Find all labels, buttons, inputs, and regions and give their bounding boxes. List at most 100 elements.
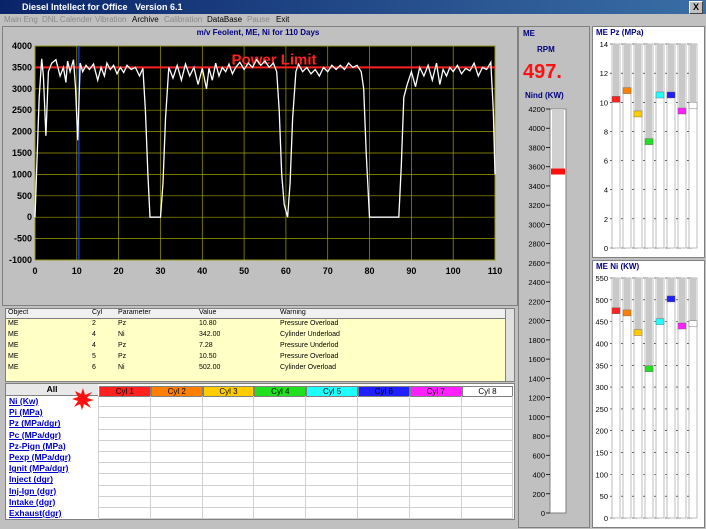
cylinder-bar-shade [657, 44, 663, 95]
cylinder-marker [611, 307, 621, 314]
cylinder-bar-shade [624, 278, 630, 313]
menu-pause[interactable]: Pause [247, 14, 270, 26]
grid-col-line [253, 396, 255, 518]
bar-scale-label: 100 [595, 470, 608, 479]
grid-row-line [99, 518, 514, 520]
menu-main-eng[interactable]: Main Eng [4, 14, 38, 26]
grid-col-line [98, 396, 99, 518]
table-cell: Pressure Overload [280, 320, 339, 327]
x-tick-label: 100 [446, 266, 461, 276]
gauge-scale-label: 1000 [528, 413, 545, 422]
parameter-link[interactable]: Pexp (MPa/dgr) [9, 452, 71, 462]
rpm-value: 497. [523, 61, 562, 83]
cylinder-bar-shade [646, 278, 652, 369]
cylinder-marker [688, 101, 698, 109]
table-row[interactable]: ME 5 Pz 10.50 Pressure Overload [6, 353, 506, 362]
table-row[interactable]: ME 2 Pz 10.80 Pressure Overload [6, 320, 506, 329]
table-scrollbar[interactable] [505, 309, 514, 381]
gauge-scale-label: 2600 [528, 259, 545, 268]
cylinder-marker [666, 295, 676, 303]
bar-scale-label: 8 [604, 127, 608, 136]
table-header-cell[interactable]: Warning [280, 309, 306, 316]
grid-col-line [512, 396, 514, 518]
x-tick-label: 0 [32, 266, 37, 276]
menu-exit[interactable]: Exit [276, 14, 289, 26]
table-header-cell[interactable]: Value [199, 309, 216, 316]
x-tick-label: 50 [239, 266, 249, 276]
cylinder-header[interactable]: Cyl 4 [254, 386, 307, 397]
parameter-link[interactable]: Ignit (MPa/dgr) [9, 463, 69, 473]
cylinder-header[interactable]: Cyl 3 [202, 386, 255, 397]
grid-col-line [357, 396, 358, 518]
parameter-link[interactable]: Inj-Ign (dgr) [9, 486, 56, 496]
x-tick-label: 90 [406, 266, 416, 276]
y-tick-label: 500 [17, 191, 32, 201]
parameter-link[interactable]: Pc (MPa/dgr) [9, 430, 61, 440]
gauge-scale-label: 2000 [528, 317, 545, 326]
table-cell: Ni [118, 364, 125, 371]
parameter-link[interactable]: Exhaust(dgr) [9, 508, 61, 518]
cylinder-header[interactable]: Cyl 2 [150, 386, 203, 397]
gauge-scale-label: 1800 [528, 336, 545, 345]
grid-row-line [99, 462, 514, 464]
cylinder-marker [644, 365, 654, 372]
cylinder-marker [688, 320, 698, 328]
cylinder-header[interactable]: Cyl 1 [99, 386, 151, 397]
grid-col-line [201, 396, 203, 518]
pz-title: ME Pz (MPa) [596, 28, 644, 37]
y-tick-label: 3500 [12, 62, 32, 72]
parameter-link[interactable]: Pz (MPa/dgr) [9, 418, 60, 428]
parameter-link[interactable]: Inject (dgr) [9, 474, 53, 484]
gauge-scale-label: 600 [532, 451, 545, 460]
table-header-cell[interactable]: Parameter [118, 309, 151, 316]
warning-table[interactable]: Object Cyl Parameter Value Warning ME 2 Pz 10.8… [5, 308, 515, 382]
parameter-link[interactable]: Intake (dgr) [9, 497, 55, 507]
bar-scale-label: 550 [595, 274, 608, 283]
cylinder-header[interactable]: Cyl 6 [358, 386, 410, 397]
bar-scale-label: 250 [595, 405, 608, 414]
menu-dnl-calender[interactable]: DNL Calender [42, 14, 92, 26]
grid-row-line [99, 406, 514, 408]
cylinder-header[interactable]: Cyl 8 [461, 386, 514, 397]
gauge-scale-label: 4000 [528, 124, 545, 133]
gauge-scale-label: 1400 [528, 374, 545, 383]
x-tick-label: 40 [197, 266, 207, 276]
gauge-scale-label: 1200 [528, 394, 545, 403]
table-cell: Pz [118, 353, 127, 360]
gauge-scale-label: 3200 [528, 201, 545, 210]
ni-title: ME Ni (KW) [596, 262, 640, 271]
table-cell: 7.28 [199, 342, 213, 349]
grid-row-line [99, 484, 514, 486]
gauge-scale-label: 0 [541, 509, 545, 518]
y-tick-label: -500 [14, 234, 32, 244]
grid-col-line [460, 396, 462, 518]
menu-archive[interactable]: Archive [132, 14, 159, 26]
table-row[interactable]: ME 6 Ni 502.00 Cylinder Overload [6, 364, 506, 373]
table-row[interactable]: ME 4 Pz 7.28 Pressure Underlod [6, 342, 506, 351]
table-header-cell[interactable]: Object [8, 309, 28, 316]
menu-vibration[interactable]: Vibration [95, 14, 126, 26]
x-tick-label: 10 [72, 266, 82, 276]
gauge-scale-label: 2400 [528, 278, 545, 287]
table-cell: 5 [92, 353, 96, 360]
cylinder-marker [677, 107, 687, 115]
x-tick-label: 70 [323, 266, 333, 276]
menu-database[interactable]: DataBase [207, 14, 242, 26]
parameter-grid: All Cyl 1 Cyl 2 Cyl 3 Cyl 4 Cyl 5 Cyl 6 Cyl 7C… [5, 383, 515, 520]
y-tick-label: 0 [27, 212, 32, 222]
parameter-link[interactable]: Pz-Pign (MPa) [9, 441, 66, 451]
menu-calibration[interactable]: Calibration [164, 14, 202, 26]
table-cell: 342.00 [199, 331, 221, 338]
cylinder-bar-shade [613, 278, 619, 311]
parameter-link[interactable]: Pi (MPa) [9, 407, 43, 417]
y-tick-label: 1000 [12, 169, 32, 179]
grid-row-line [99, 417, 514, 419]
cylinder-header[interactable]: Cyl 7 [409, 386, 462, 397]
x-tick-label: 80 [365, 266, 375, 276]
cylinder-header[interactable]: Cyl 5 [306, 386, 358, 397]
close-button[interactable]: X [689, 1, 703, 14]
table-header-cell[interactable]: Cyl [92, 309, 102, 316]
table-row[interactable]: ME 4 Ni 342.00 Cylinder Underload [6, 331, 506, 340]
parameter-link[interactable]: Ni (Kw) [9, 396, 38, 406]
x-tick-label: 30 [155, 266, 165, 276]
